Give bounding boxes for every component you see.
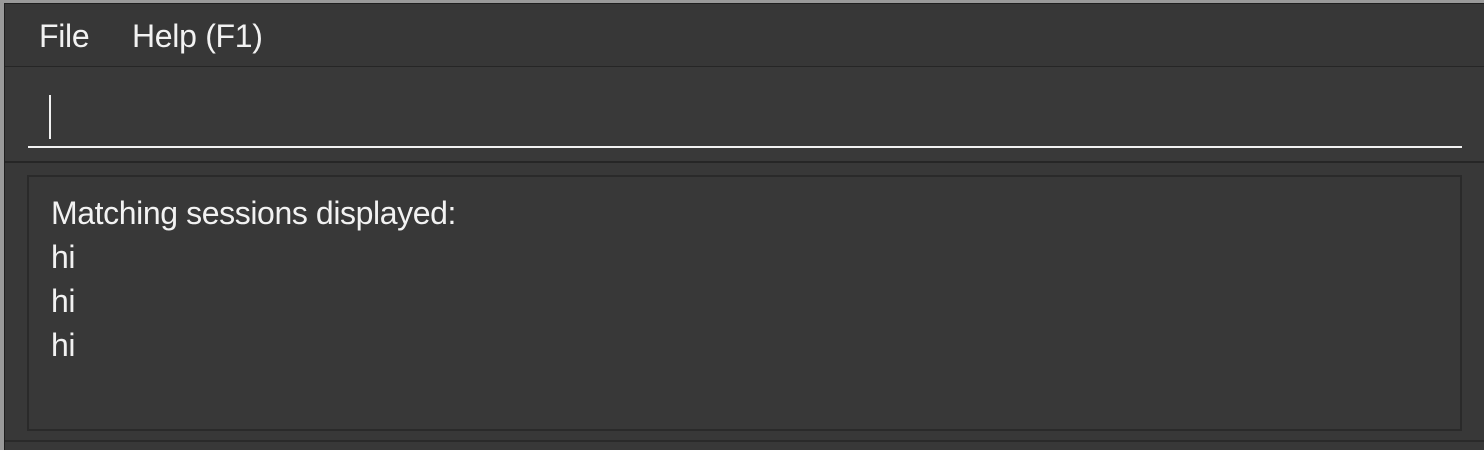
command-input[interactable] bbox=[28, 84, 1462, 148]
result-line: hi bbox=[51, 239, 76, 275]
result-line: hi bbox=[51, 327, 76, 363]
bottom-divider bbox=[5, 440, 1484, 442]
app-window: File Help (F1) Matching sessions display… bbox=[4, 3, 1484, 450]
command-box-panel bbox=[5, 67, 1484, 163]
menu-help[interactable]: Help (F1) bbox=[132, 18, 263, 54]
menu-bar: File Help (F1) bbox=[5, 4, 1484, 67]
text-caret bbox=[49, 95, 51, 139]
result-line: Matching sessions displayed: bbox=[51, 195, 457, 231]
result-line: hi bbox=[51, 283, 76, 319]
menu-file[interactable]: File bbox=[39, 18, 90, 54]
result-display: Matching sessions displayed: hi hi hi bbox=[27, 175, 1462, 431]
